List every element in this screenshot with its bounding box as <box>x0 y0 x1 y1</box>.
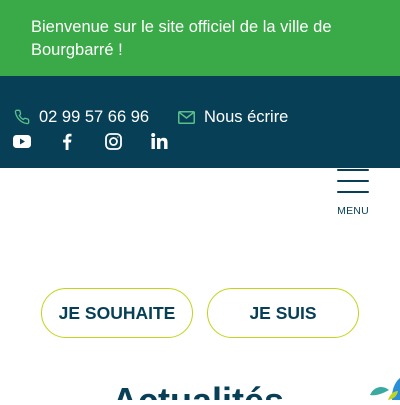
youtube-icon[interactable] <box>12 131 32 151</box>
phone-number: 02 99 57 66 96 <box>39 107 150 126</box>
leaf-decoration-icon <box>368 373 400 405</box>
welcome-banner: Bienvenue sur le site officiel de la vil… <box>0 0 400 76</box>
write-to-us-link[interactable]: Nous écrire <box>178 107 288 127</box>
phone-icon <box>14 109 30 125</box>
envelope-icon <box>178 110 195 124</box>
linkedin-icon[interactable] <box>149 131 169 151</box>
menu-toggle-button[interactable]: MENU <box>333 168 373 224</box>
welcome-text: Bienvenue sur le site officiel de la vil… <box>31 18 332 59</box>
menu-label: MENU <box>337 205 369 217</box>
je-souhaite-button[interactable]: JE SOUHAITE <box>41 288 193 338</box>
news-section-title: Actualités <box>112 383 362 400</box>
phone-link[interactable]: 02 99 57 66 96 <box>14 107 149 127</box>
write-to-us-label: Nous écrire <box>204 107 289 126</box>
top-contact-bar: 02 99 57 66 96 Nous écrire <box>0 76 400 168</box>
instagram-icon[interactable] <box>103 131 123 151</box>
site-header: MENU JE SOUHAITE JE SUIS Actualités <box>0 168 400 400</box>
je-suis-button[interactable]: JE SUIS <box>207 288 359 338</box>
facebook-icon[interactable] <box>57 131 77 151</box>
